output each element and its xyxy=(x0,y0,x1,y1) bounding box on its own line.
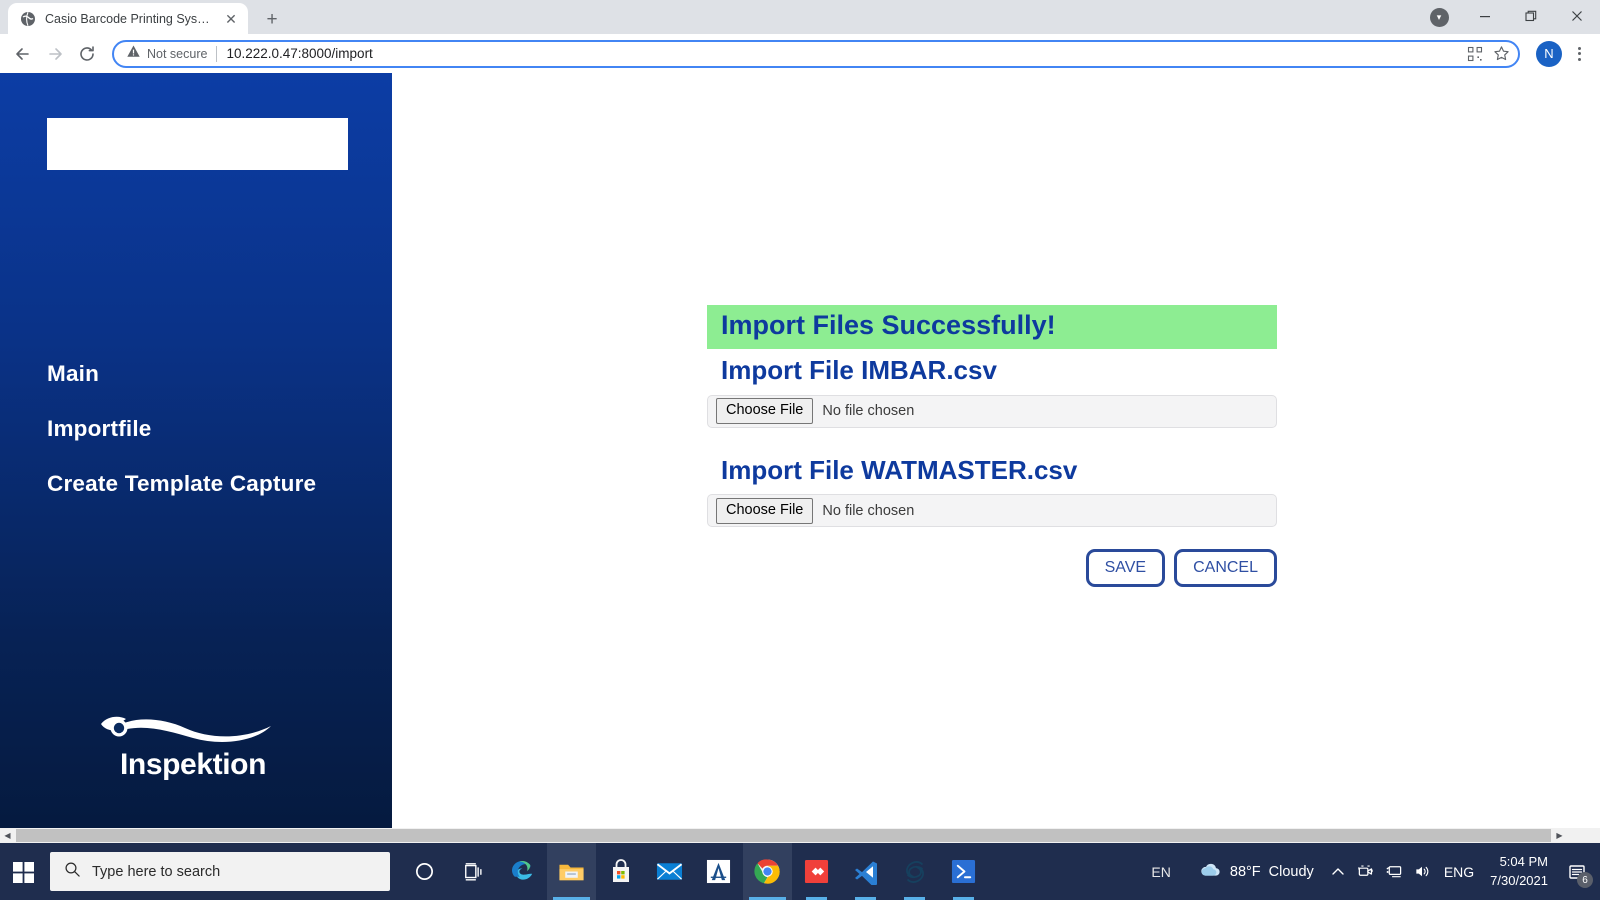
form-actions: SAVE CANCEL xyxy=(707,549,1277,587)
sidebar-item-main[interactable]: Main xyxy=(47,361,377,387)
browser-toolbar: Not secure 10.222.0.47:8000/import xyxy=(0,34,1600,73)
import-field-watmaster: Import File WATMASTER.csv Choose File No… xyxy=(707,456,1277,528)
field-label-imbar: Import File IMBAR.csv xyxy=(721,356,1277,386)
page-viewport: Main Importfile Create Template Capture … xyxy=(0,73,1600,828)
windows-taskbar: Type here to search xyxy=(0,843,1600,900)
search-icon xyxy=(64,861,81,883)
system-tray: 88°F Cloudy xyxy=(1189,843,1600,900)
swoosh-logo-icon xyxy=(93,706,293,748)
file-status-watmaster: No file chosen xyxy=(822,503,914,519)
cancel-button[interactable]: CANCEL xyxy=(1174,549,1277,587)
scrollbar-thumb[interactable] xyxy=(16,829,1551,842)
import-field-imbar: Import File IMBAR.csv Choose File No fil… xyxy=(707,356,1277,428)
maximize-restore-button[interactable] xyxy=(1508,0,1554,32)
security-label: Not secure xyxy=(147,47,207,61)
qr-code-icon[interactable] xyxy=(1464,43,1486,65)
file-input-imbar[interactable]: Choose File No file chosen xyxy=(707,395,1277,428)
scroll-right-arrow-icon[interactable]: ▶ xyxy=(1552,828,1567,843)
notification-icon[interactable]: 6 xyxy=(1560,843,1594,900)
star-icon[interactable] xyxy=(1490,43,1512,65)
tab-search-button[interactable]: ▾ xyxy=(1416,0,1462,34)
clock-date: 7/30/2021 xyxy=(1490,872,1548,891)
horizontal-scrollbar[interactable]: ◀ ▶ xyxy=(0,828,1600,843)
sidebar-item-importfile[interactable]: Importfile xyxy=(47,416,377,442)
profile-avatar[interactable]: N xyxy=(1536,41,1562,67)
minimize-button[interactable] xyxy=(1462,0,1508,32)
weather-condition: Cloudy xyxy=(1269,864,1314,880)
sidebar-item-create-template-capture[interactable]: Create Template Capture xyxy=(47,471,377,497)
notification-count-badge: 6 xyxy=(1577,872,1593,888)
close-window-button[interactable] xyxy=(1554,0,1600,32)
main-content: Import Files Successfully! Import File I… xyxy=(392,73,1600,828)
reload-icon[interactable] xyxy=(72,39,102,69)
search-placeholder: Type here to search xyxy=(92,864,220,880)
windows-start-icon[interactable] xyxy=(0,843,48,900)
choose-file-button-watmaster[interactable]: Choose File xyxy=(716,498,813,524)
three-dot-menu-icon[interactable] xyxy=(1566,41,1592,67)
chrome-icon[interactable] xyxy=(743,843,792,900)
brand-logo: Inspektion xyxy=(88,706,298,780)
url-text[interactable]: 10.222.0.47:8000/import xyxy=(226,46,1464,61)
new-tab-button[interactable]: + xyxy=(258,6,286,32)
ime-indicator[interactable]: EN xyxy=(1133,864,1188,880)
address-bar[interactable]: Not secure 10.222.0.47:8000/import xyxy=(112,40,1520,68)
window-controls: ▾ xyxy=(1416,0,1600,34)
file-explorer-icon[interactable] xyxy=(547,843,596,900)
screen: Casio Barcode Printing System ✕ + ▾ xyxy=(0,0,1600,900)
globe-icon xyxy=(20,11,36,27)
success-alert: Import Files Successfully! xyxy=(707,305,1277,349)
sidebar: Main Importfile Create Template Capture … xyxy=(0,73,392,828)
weather-widget[interactable]: 88°F Cloudy xyxy=(1189,861,1324,883)
brand-name: Inspektion xyxy=(120,750,266,780)
browser-window: Casio Barcode Printing System ✕ + ▾ xyxy=(0,0,1600,843)
camera-icon[interactable] xyxy=(1352,843,1380,900)
forward-icon[interactable] xyxy=(40,39,70,69)
choose-file-button-imbar[interactable]: Choose File xyxy=(716,398,813,424)
microsoft-store-icon[interactable] xyxy=(596,843,645,900)
warning-triangle-icon xyxy=(126,44,141,64)
sublime-icon[interactable] xyxy=(890,843,939,900)
search-input[interactable]: Type here to search xyxy=(50,852,390,891)
tab-strip: Casio Barcode Printing System ✕ + ▾ xyxy=(0,0,1600,34)
cortana-icon[interactable] xyxy=(400,843,449,900)
edge-icon[interactable] xyxy=(498,843,547,900)
sidebar-logo-placeholder xyxy=(47,118,348,170)
omnibox-actions xyxy=(1464,43,1512,65)
clock[interactable]: 5:04 PM 7/30/2021 xyxy=(1482,853,1560,891)
file-input-watmaster[interactable]: Choose File No file chosen xyxy=(707,494,1277,527)
weather-temperature: 88°F xyxy=(1230,864,1261,880)
cloud-icon xyxy=(1199,861,1222,883)
import-panel: Import Files Successfully! Import File I… xyxy=(707,305,1277,587)
tab-title: Casio Barcode Printing System xyxy=(45,12,213,26)
red-app-icon[interactable] xyxy=(792,843,841,900)
network-icon[interactable] xyxy=(1380,843,1408,900)
back-icon[interactable] xyxy=(8,39,38,69)
task-view-icon[interactable] xyxy=(449,843,498,900)
browser-tab[interactable]: Casio Barcode Printing System ✕ xyxy=(8,3,248,34)
speaker-icon[interactable] xyxy=(1408,843,1436,900)
taskbar-apps xyxy=(400,843,988,900)
omnibox-divider xyxy=(216,46,217,62)
file-status-imbar: No file chosen xyxy=(822,403,914,419)
clock-time: 5:04 PM xyxy=(1500,853,1548,872)
mail-icon[interactable] xyxy=(645,843,694,900)
language-indicator[interactable]: ENG xyxy=(1436,864,1482,880)
app-icon[interactable] xyxy=(694,843,743,900)
powershell-icon[interactable] xyxy=(939,843,988,900)
security-status[interactable]: Not secure xyxy=(126,44,207,64)
scroll-left-arrow-icon[interactable]: ◀ xyxy=(0,828,15,843)
sidebar-nav: Main Importfile Create Template Capture xyxy=(47,361,377,526)
chevron-up-icon[interactable] xyxy=(1324,843,1352,900)
field-label-watmaster: Import File WATMASTER.csv xyxy=(721,456,1277,486)
tab-close-icon[interactable]: ✕ xyxy=(222,10,240,28)
chevron-down-icon: ▾ xyxy=(1430,8,1449,27)
save-button[interactable]: SAVE xyxy=(1086,549,1166,587)
vscode-icon[interactable] xyxy=(841,843,890,900)
